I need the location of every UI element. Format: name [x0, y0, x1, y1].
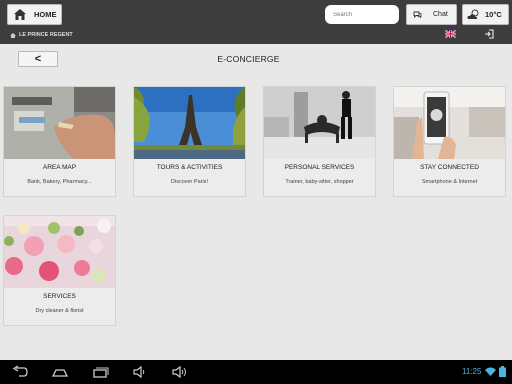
home-label: HOME: [34, 10, 57, 19]
partly-cloudy-icon: [467, 9, 479, 19]
wifi-icon: [485, 367, 496, 376]
back-icon[interactable]: [11, 365, 29, 379]
home-icon: [14, 9, 26, 20]
card-tours-activities[interactable]: TOURS & ACTIVITIES Discover Paris!: [133, 86, 246, 197]
home-button[interactable]: HOME: [7, 4, 62, 25]
battery-icon: [499, 366, 506, 377]
page-title: E-CONCIERGE: [217, 54, 280, 64]
card-title: AREA MAP: [42, 164, 77, 171]
hotel-name: LE PRINCE REGENT: [10, 32, 73, 38]
flowers-image: [4, 216, 115, 288]
home-small-icon: [10, 32, 16, 38]
card-subtitle: Trainer, baby-sitter, shopper: [285, 179, 354, 185]
hotel-name-label: LE PRINCE REGENT: [19, 32, 73, 38]
system-navigation-bar: 11:25: [0, 360, 512, 384]
card-stay-connected[interactable]: STAY CONNECTED Smartphone & Internet: [393, 86, 506, 197]
search-input[interactable]: [325, 5, 399, 24]
card-subtitle: Smartphone & Internet: [421, 179, 478, 185]
card-personal-services[interactable]: PERSONAL SERVICES Trainer, baby-sitter, …: [263, 86, 376, 197]
card-title: TOURS & ACTIVITIES: [156, 164, 223, 171]
card-area-map[interactable]: AREA MAP Bank, Bakery, Pharmacy...: [3, 86, 116, 197]
card-subtitle: Bank, Bakery, Pharmacy...: [27, 179, 92, 185]
temperature-label: 10°C: [485, 10, 502, 19]
weather-button[interactable]: 10°C: [462, 4, 509, 25]
card-title: PERSONAL SERVICES: [284, 164, 355, 171]
card-subtitle: Discover Paris!: [171, 179, 208, 185]
uk-flag-icon[interactable]: [445, 30, 456, 38]
chat-label: Chat: [433, 11, 448, 18]
top-bar: HOME Chat 10°C LE PRINCE REGENT: [0, 0, 512, 44]
volume-down-icon[interactable]: [131, 365, 149, 379]
area-map-image: [4, 87, 115, 159]
smartphone-image: [394, 87, 505, 159]
card-title: SERVICES: [43, 293, 76, 300]
logout-icon[interactable]: [484, 29, 494, 39]
eiffel-tower-image: [134, 87, 245, 159]
chat-button[interactable]: Chat: [406, 4, 457, 25]
volume-up-icon[interactable]: [171, 365, 189, 379]
recent-apps-icon[interactable]: [91, 365, 109, 379]
card-subtitle: Dry cleaner & florist: [35, 308, 84, 314]
card-title: STAY CONNECTED: [420, 164, 479, 171]
personal-trainer-image: [264, 87, 375, 159]
clock: 11:25: [462, 367, 482, 376]
chat-icon: [413, 11, 422, 18]
card-services[interactable]: SERVICES Dry cleaner & florist: [3, 215, 116, 326]
home-nav-icon[interactable]: [51, 365, 69, 379]
